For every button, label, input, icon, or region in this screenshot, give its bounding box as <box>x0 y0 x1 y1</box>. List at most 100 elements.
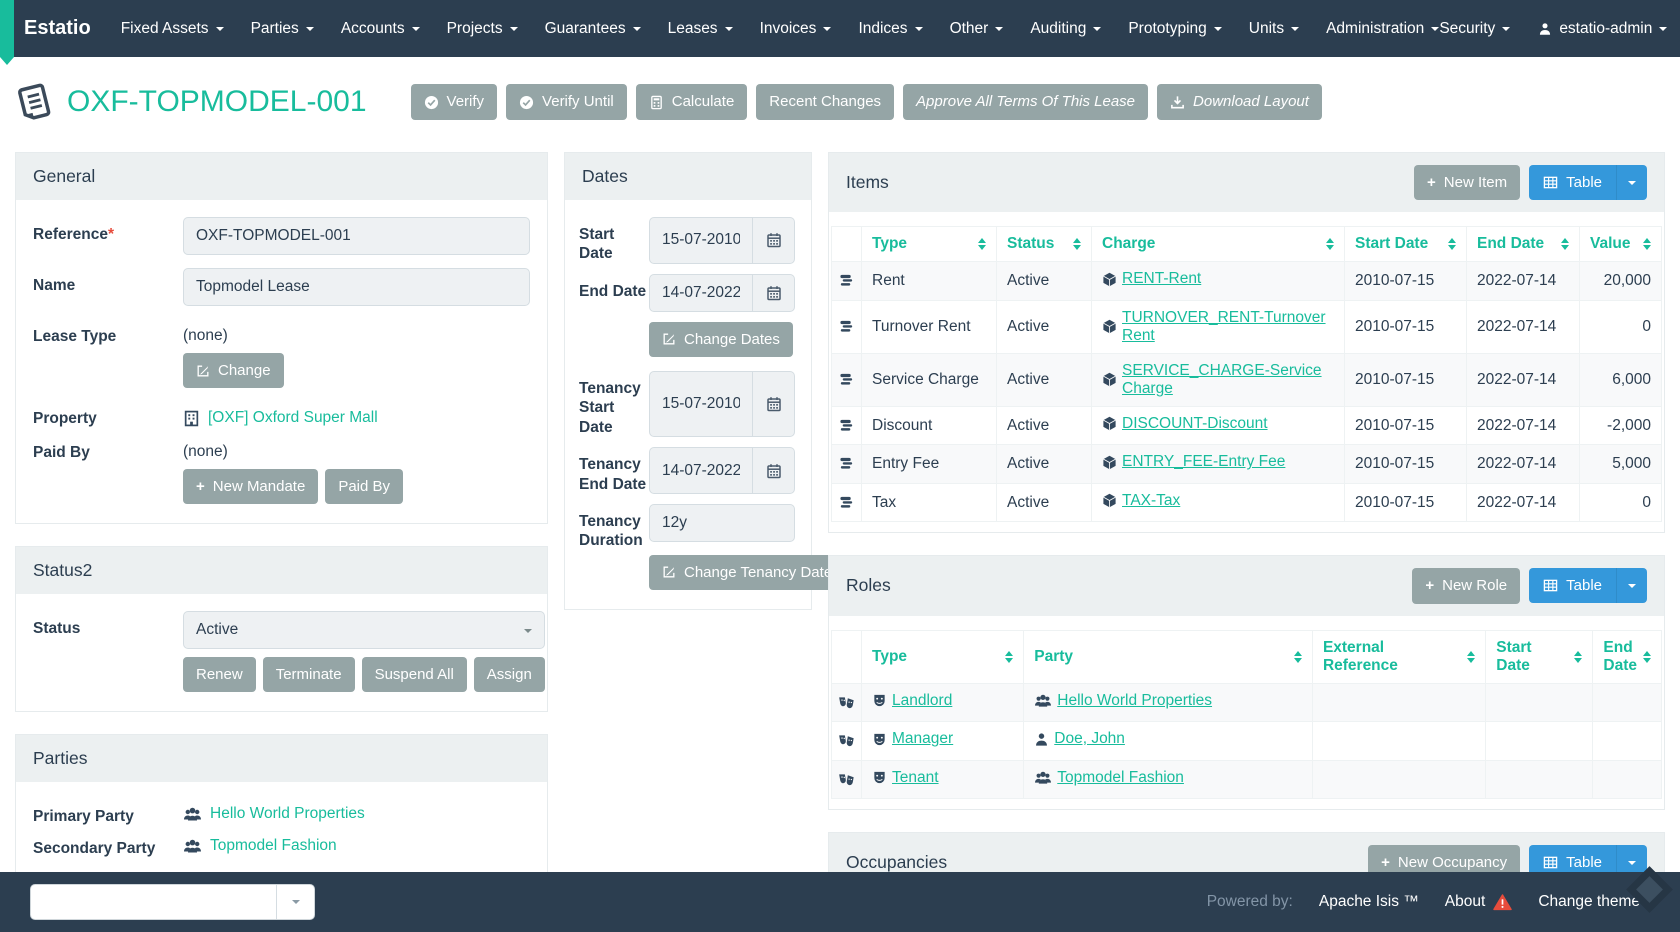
end-date-calendar-button[interactable] <box>753 274 795 312</box>
menu-guarantees[interactable]: Guarantees <box>545 20 641 38</box>
items-table-view-button[interactable]: Table <box>1529 165 1647 200</box>
menu-accounts[interactable]: Accounts <box>341 20 420 38</box>
roles-sort-type[interactable]: Type <box>862 630 1024 683</box>
roles-sort-end-date[interactable]: End Date <box>1593 630 1662 683</box>
tenancy-end-calendar-button[interactable] <box>753 447 795 494</box>
items-sort-end-date[interactable]: End Date <box>1467 227 1580 262</box>
menu-prototyping[interactable]: Prototyping <box>1128 20 1221 38</box>
menu-parties[interactable]: Parties <box>251 20 314 38</box>
renew-button[interactable]: Renew <box>183 657 256 692</box>
plus-icon: + <box>1427 174 1436 191</box>
sort-icon[interactable] <box>1448 238 1456 250</box>
sort-icon[interactable] <box>1005 651 1013 663</box>
sort-icon[interactable] <box>1643 651 1651 663</box>
roles-table-view-caret[interactable] <box>1616 568 1647 603</box>
menu-fixed-assets[interactable]: Fixed Assets <box>121 20 224 38</box>
property-link[interactable]: [OXF] Oxford Super Mall <box>208 409 378 427</box>
general-panel: General Reference* Name Lease Type (none… <box>15 152 548 524</box>
menu-units[interactable]: Units <box>1249 20 1299 38</box>
required-asterisk: * <box>108 226 114 243</box>
terminate-button[interactable]: Terminate <box>263 657 355 692</box>
new-role-button[interactable]: +New Role <box>1412 568 1520 603</box>
roles-table: Type Party External Reference Start Date… <box>831 630 1662 800</box>
sort-icon[interactable] <box>1467 651 1475 663</box>
tenancy-start-date-input[interactable] <box>649 371 753 437</box>
role-party-link[interactable]: Hello World Properties <box>1057 692 1212 710</box>
charge-link[interactable]: ENTRY_FEE-Entry Fee <box>1122 453 1285 471</box>
change-dates-button[interactable]: Change Dates <box>649 322 793 357</box>
items-table-view-caret[interactable] <box>1616 165 1647 200</box>
app-brand[interactable]: Estatio <box>24 17 91 40</box>
sort-icon[interactable] <box>1073 238 1081 250</box>
user-menu[interactable]: estatio-admin <box>1538 20 1667 38</box>
assign-button[interactable]: Assign <box>474 657 545 692</box>
charge-link[interactable]: TAX-Tax <box>1122 492 1180 510</box>
sort-icon[interactable] <box>1294 651 1302 663</box>
new-item-button[interactable]: +New Item <box>1414 165 1520 200</box>
menu-indices[interactable]: Indices <box>858 20 922 38</box>
mask-icon <box>872 770 887 785</box>
end-date-input[interactable] <box>649 274 753 312</box>
menu-invoices[interactable]: Invoices <box>760 20 832 38</box>
role-type-link[interactable]: Tenant <box>892 769 939 787</box>
roles-sort-external-reference[interactable]: External Reference <box>1312 630 1485 683</box>
calculate-button[interactable]: Calculate <box>636 84 748 119</box>
menu-administration[interactable]: Administration <box>1326 20 1439 38</box>
sort-icon[interactable] <box>1574 651 1582 663</box>
status-select[interactable]: Active <box>183 611 545 649</box>
menu-security[interactable]: Security <box>1439 20 1510 38</box>
secondary-party-link[interactable]: Topmodel Fashion <box>210 837 337 855</box>
menu-projects[interactable]: Projects <box>447 20 518 38</box>
roles-sort-party[interactable]: Party <box>1024 630 1313 683</box>
verify-until-button[interactable]: Verify Until <box>506 84 627 119</box>
new-mandate-button[interactable]: +New Mandate <box>183 469 318 504</box>
tenancy-duration-input[interactable] <box>649 504 795 542</box>
charge-link[interactable]: RENT-Rent <box>1122 270 1201 288</box>
roles-sort-start-date[interactable]: Start Date <box>1486 630 1593 683</box>
sort-icon[interactable] <box>978 238 986 250</box>
roles-table-view-button[interactable]: Table <box>1529 568 1647 603</box>
tenancy-end-date-input[interactable] <box>649 447 753 494</box>
recent-changes-button[interactable]: Recent Changes <box>756 84 894 119</box>
apache-isis-link[interactable]: Apache Isis ™ <box>1319 893 1419 911</box>
parties-panel: Parties Primary Party Hello World Proper… <box>15 734 548 878</box>
approve-all-terms-button[interactable]: Approve All Terms Of This Lease <box>903 84 1148 119</box>
sort-icon[interactable] <box>1326 238 1334 250</box>
charge-link[interactable]: TURNOVER_RENT-Turnover Rent <box>1122 309 1334 345</box>
items-sort-status[interactable]: Status <box>997 227 1092 262</box>
about-link[interactable]: About <box>1445 893 1513 911</box>
role-type-link[interactable]: Manager <box>892 730 953 748</box>
role-party-link[interactable]: Topmodel Fashion <box>1057 769 1184 787</box>
charge-link[interactable]: SERVICE_CHARGE-Service Charge <box>1122 362 1334 398</box>
chevron-down-icon <box>1214 27 1222 31</box>
tenancy-start-date-label: Tenancy Start Date <box>579 371 649 437</box>
verify-button[interactable]: Verify <box>411 84 498 119</box>
primary-party-link[interactable]: Hello World Properties <box>210 805 365 823</box>
reference-input[interactable] <box>183 217 530 255</box>
items-sort-type[interactable]: Type <box>862 227 997 262</box>
charge-cube-icon <box>1102 272 1117 287</box>
tenancy-start-calendar-button[interactable] <box>753 371 795 437</box>
paid-by-button[interactable]: Paid By <box>325 469 403 504</box>
menu-other[interactable]: Other <box>950 20 1004 38</box>
role-party-link[interactable]: Doe, John <box>1054 730 1125 748</box>
footer-combobox[interactable] <box>30 884 315 920</box>
start-date-calendar-button[interactable] <box>753 217 795 264</box>
theater-masks-icon <box>838 733 855 748</box>
footer-combobox-caret[interactable] <box>276 885 314 919</box>
sort-icon[interactable] <box>1561 238 1569 250</box>
change-tenancy-dates-button[interactable]: Change Tenancy Dates <box>649 555 853 590</box>
items-sort-charge[interactable]: Charge <box>1092 227 1345 262</box>
suspend-all-button[interactable]: Suspend All <box>362 657 467 692</box>
start-date-input[interactable] <box>649 217 753 264</box>
menu-leases[interactable]: Leases <box>668 20 733 38</box>
change-lease-type-button[interactable]: Change <box>183 353 284 388</box>
menu-auditing[interactable]: Auditing <box>1030 20 1101 38</box>
sort-icon[interactable] <box>1643 238 1651 250</box>
role-type-link[interactable]: Landlord <box>892 692 952 710</box>
items-sort-start-date[interactable]: Start Date <box>1345 227 1467 262</box>
charge-link[interactable]: DISCOUNT-Discount <box>1122 415 1268 433</box>
download-layout-button[interactable]: Download Layout <box>1157 84 1322 119</box>
items-sort-value[interactable]: Value <box>1580 227 1662 262</box>
name-input[interactable] <box>183 268 530 306</box>
